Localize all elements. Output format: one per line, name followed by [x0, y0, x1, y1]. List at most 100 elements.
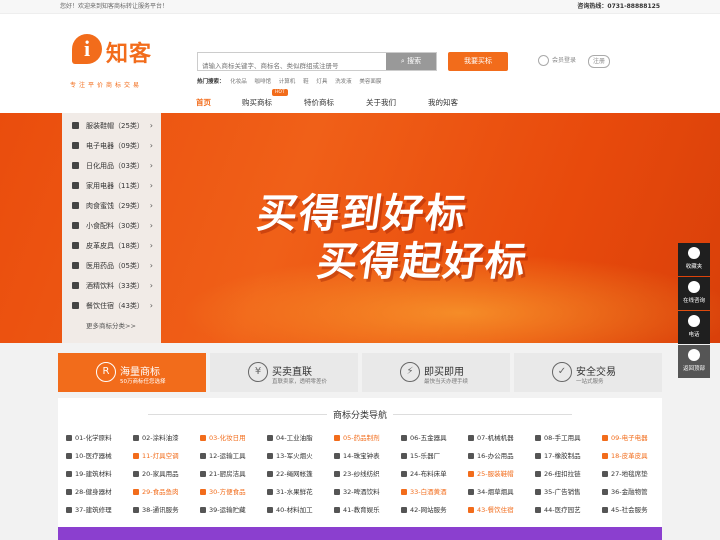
hotline-text: 咨询热线：0731-88888125: [577, 3, 660, 10]
chevron-right-icon: ›: [149, 161, 153, 170]
category-icon: [401, 489, 407, 495]
category-item[interactable]: 电子电器（09类） ›: [62, 136, 161, 156]
search-input[interactable]: [198, 57, 386, 75]
phone-button[interactable]: 电话: [678, 311, 710, 344]
guide-category-link[interactable]: 16-办公用品: [468, 450, 514, 460]
guide-category-link[interactable]: 22-绳网帐篷: [267, 468, 313, 478]
hot-search-label: 热门搜索：: [197, 79, 225, 85]
shield-check-icon: ✓: [552, 362, 572, 382]
hot-term[interactable]: 咖啡馆: [255, 79, 272, 85]
search-button[interactable]: ⌕ 搜索: [386, 53, 436, 70]
guide-category-link[interactable]: 01-化学原料: [66, 432, 112, 442]
category-item[interactable]: 家用电器（11类） ›: [62, 176, 161, 196]
feature-card[interactable]: ✓ 安全交易 一站式服务: [514, 353, 662, 392]
favorites-button[interactable]: 收藏夹: [678, 243, 710, 276]
guide-category-link[interactable]: 26-纽扣拉链: [535, 468, 581, 478]
guide-category-link[interactable]: 06-五金器具: [401, 432, 447, 442]
feature-card[interactable]: ⚡ 即买即用 最快当天办理手续: [362, 353, 510, 392]
category-item[interactable]: 肉食蜜饯（29类） ›: [62, 196, 161, 216]
category-item[interactable]: 皮革皮具（18类） ›: [62, 236, 161, 256]
guide-category-link[interactable]: 31-水果鲜花: [267, 486, 313, 496]
guide-category-link[interactable]: 41-教育娱乐: [334, 504, 380, 514]
guide-category-link[interactable]: 17-橡胶制品: [535, 450, 581, 460]
online-consult-button[interactable]: 在线咨询: [678, 277, 710, 310]
guide-category-link[interactable]: 09-电子电器: [602, 432, 648, 442]
guide-category-link[interactable]: 40-材料加工: [267, 504, 313, 514]
login-link[interactable]: 会员登录: [538, 55, 576, 67]
guide-category-link[interactable]: 12-运输工具: [200, 450, 246, 460]
hot-term[interactable]: 灯具: [316, 79, 327, 85]
guide-category-link[interactable]: 02-涂料油漆: [133, 432, 179, 442]
guide-category-link[interactable]: 34-烟草烟具: [468, 486, 514, 496]
category-icon: [401, 507, 407, 513]
guide-category-link[interactable]: 14-珠宝钟表: [334, 450, 380, 460]
feature-card[interactable]: ¥ 买卖直联 直联卖家，透明零差价: [210, 353, 358, 392]
category-item[interactable]: 小食配料（30类） ›: [62, 216, 161, 236]
guide-category-link[interactable]: 42-网站服务: [401, 504, 447, 514]
guide-category-link[interactable]: 11-灯具空调: [133, 450, 179, 460]
nav-home[interactable]: 首页: [196, 97, 211, 108]
guide-category-link[interactable]: 35-广告销售: [535, 486, 581, 496]
registered-icon: R: [96, 362, 116, 382]
guide-category-link[interactable]: 27-地毯席垫: [602, 468, 648, 478]
category-icon: [602, 435, 608, 441]
guide-category-link[interactable]: 08-手工用具: [535, 432, 581, 442]
guide-category-link[interactable]: 19-建筑材料: [66, 468, 112, 478]
feature-card[interactable]: R 海量商标 50万商标任您选择: [58, 353, 206, 392]
guide-category-link[interactable]: 38-通讯服务: [133, 504, 179, 514]
hot-term[interactable]: 化妆品: [230, 79, 247, 85]
category-icon: [535, 507, 541, 513]
guide-category-link[interactable]: 39-运输贮藏: [200, 504, 246, 514]
site-logo[interactable]: i 知客 专注平价商标交易: [70, 34, 160, 90]
more-categories-link[interactable]: 更多商标分类>>: [62, 316, 161, 336]
guide-category-link[interactable]: 28-健身器材: [66, 486, 112, 496]
guide-category-link[interactable]: 03-化妆日用: [200, 432, 246, 442]
guide-category-link[interactable]: 05-药品制剂: [334, 432, 380, 442]
guide-category-link[interactable]: 44-医疗园艺: [535, 504, 581, 514]
guide-category-link[interactable]: 20-家具用品: [133, 468, 179, 478]
guide-category-link[interactable]: 43-餐饮住宿: [468, 504, 514, 514]
chevron-right-icon: ›: [149, 181, 153, 190]
category-icon: [267, 453, 273, 459]
guide-category-link[interactable]: 18-皮革皮具: [602, 450, 648, 460]
back-to-top-button[interactable]: 返回顶部: [678, 345, 710, 378]
bottle-icon: [72, 162, 79, 169]
hot-term[interactable]: 计算机: [279, 79, 296, 85]
hot-search: 热门搜索： 化妆品 咖啡馆 计算机 鞋 灯具 洗发液 美容面膜: [197, 77, 387, 85]
category-icon: [200, 435, 206, 441]
category-icon: [200, 471, 206, 477]
guide-category-link[interactable]: 10-医疗器械: [66, 450, 112, 460]
hot-term[interactable]: 洗发液: [335, 79, 352, 85]
guide-category-link[interactable]: 24-布料床单: [401, 468, 447, 478]
category-icon: [468, 453, 474, 459]
search-box: ⌕ 搜索: [197, 52, 437, 75]
guide-category-link[interactable]: 15-乐器厂: [401, 450, 440, 460]
category-item[interactable]: 医用药品（05类） ›: [62, 256, 161, 276]
category-item[interactable]: 服装鞋帽（25类） ›: [62, 116, 161, 136]
nav-buy[interactable]: 购买商标: [242, 97, 272, 108]
nav-about[interactable]: 关于我们: [366, 97, 396, 108]
guide-category-link[interactable]: 23-纱线纺织: [334, 468, 380, 478]
nav-special[interactable]: 特价商标: [304, 97, 334, 108]
category-item[interactable]: 餐饮住宿（43类） ›: [62, 296, 161, 316]
register-button[interactable]: 注册: [588, 55, 610, 68]
category-item[interactable]: 酒精饮料（33类） ›: [62, 276, 161, 296]
guide-category-link[interactable]: 33-白酒黄酒: [401, 486, 447, 496]
buy-trademark-button[interactable]: 我要买标: [448, 52, 508, 71]
guide-category-link[interactable]: 29-食品鱼肉: [133, 486, 179, 496]
guide-category-link[interactable]: 21-厨房洁具: [200, 468, 246, 478]
guide-category-link[interactable]: 07-机械机器: [468, 432, 514, 442]
hot-term[interactable]: 鞋: [303, 79, 309, 85]
dining-icon: [72, 302, 79, 309]
guide-category-link[interactable]: 37-建筑修理: [66, 504, 112, 514]
guide-category-link[interactable]: 13-军火烟火: [267, 450, 313, 460]
guide-category-link[interactable]: 36-金融物管: [602, 486, 648, 496]
guide-category-link[interactable]: 04-工业油脂: [267, 432, 313, 442]
category-item[interactable]: 日化用品（03类） ›: [62, 156, 161, 176]
guide-category-link[interactable]: 32-啤酒饮料: [334, 486, 380, 496]
guide-category-link[interactable]: 25-服装鞋帽: [468, 468, 514, 478]
guide-category-link[interactable]: 30-方便食品: [200, 486, 246, 496]
hot-term[interactable]: 美容面膜: [359, 79, 381, 85]
nav-my[interactable]: 我的知客: [428, 97, 458, 108]
guide-category-link[interactable]: 45-社会服务: [602, 504, 648, 514]
